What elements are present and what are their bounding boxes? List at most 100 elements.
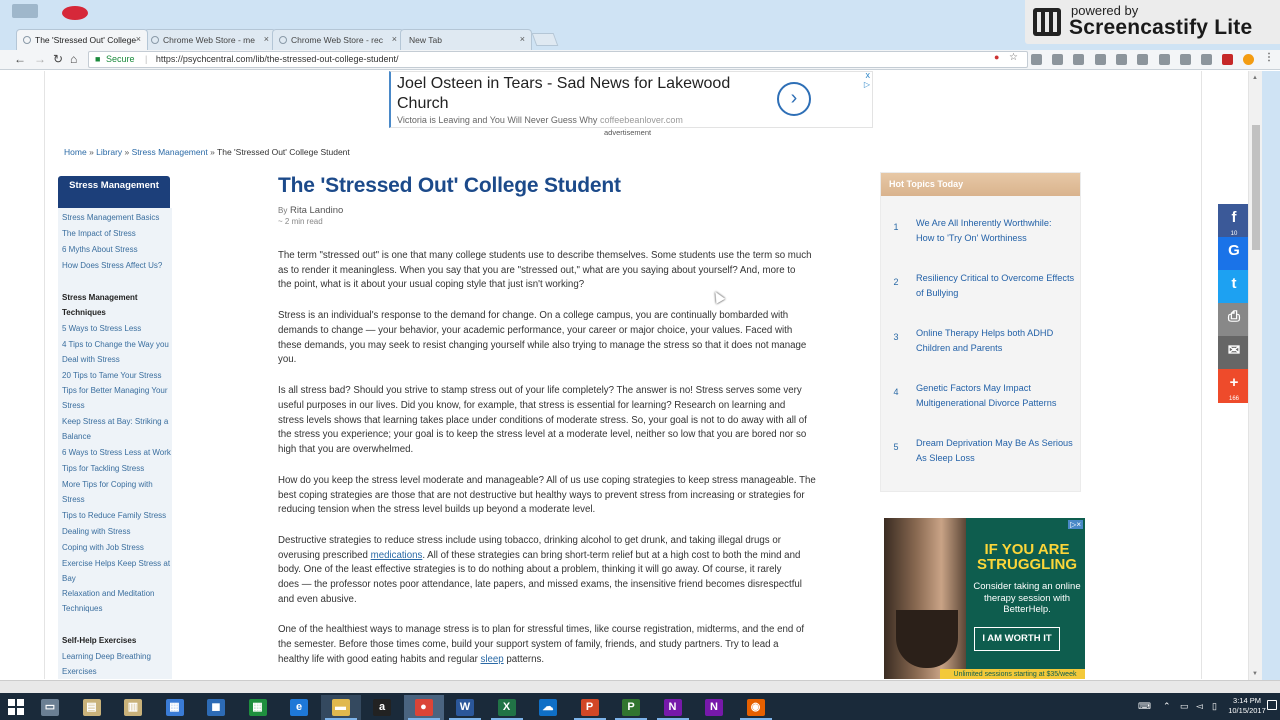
tab-webstore-1[interactable]: Chrome Web Store - me × xyxy=(144,29,276,50)
taskbar-firefox[interactable]: ◉ xyxy=(736,695,776,720)
volume-icon[interactable]: ◅ xyxy=(1196,701,1203,712)
taskbar-calculator[interactable]: ▦ xyxy=(238,695,278,720)
ad-headline[interactable]: Joel Osteen in Tears - Sad News for Lake… xyxy=(397,74,767,114)
taskbar-remote-desktop[interactable]: ◼ xyxy=(196,695,236,720)
sidebar-link[interactable]: Dealing with Stress xyxy=(62,527,130,537)
home-icon[interactable]: ⌂ xyxy=(70,52,77,66)
twitter-share-button[interactable]: t xyxy=(1218,270,1250,304)
hot-topic-link[interactable]: How to 'Try On' Worthiness xyxy=(916,231,1027,246)
taskbar-internet-explorer[interactable]: e xyxy=(279,695,319,720)
chevron-right-icon[interactable]: › xyxy=(777,82,811,116)
adchoices-icon[interactable]: ▷ xyxy=(864,80,870,89)
windows-start-icon[interactable] xyxy=(8,699,24,715)
sleep-link[interactable]: sleep xyxy=(481,654,504,665)
taskbar-folders[interactable]: ▬ xyxy=(320,695,361,720)
sidebar-link[interactable]: Coping with Job Stress xyxy=(62,543,144,553)
breadcrumb-home[interactable]: Home xyxy=(64,147,87,157)
recycle-bin-icon[interactable] xyxy=(12,4,38,18)
taskbar-onenote-2016[interactable]: N xyxy=(694,695,734,720)
taskbar-task-view[interactable]: ▭ xyxy=(30,695,70,720)
extension-icon[interactable] xyxy=(1073,54,1084,65)
scroll-up-icon[interactable]: ▲ xyxy=(1252,75,1258,81)
author-link[interactable]: Rita Landino xyxy=(290,205,343,216)
forward-icon[interactable]: → xyxy=(34,52,46,66)
extension-icon[interactable] xyxy=(1116,54,1127,65)
screencastify-extension-icon[interactable] xyxy=(1222,54,1233,65)
hot-topic-link[interactable]: Dream Deprivation May Be As Serious xyxy=(916,436,1073,451)
reload-icon[interactable]: ↻ xyxy=(53,52,63,66)
sidebar-link[interactable]: Exercises xyxy=(62,667,97,677)
language-icon[interactable]: ▯ xyxy=(1212,701,1217,712)
ad-close-icon[interactable]: x xyxy=(866,71,871,80)
sidebar-link[interactable]: 20 Tips to Tame Your Stress xyxy=(62,371,161,381)
taskbar-powerpoint[interactable]: P xyxy=(570,695,610,720)
sidebar-link[interactable]: 5 Ways to Stress Less xyxy=(62,324,141,334)
battery-icon[interactable]: ▭ xyxy=(1180,701,1189,712)
sidebar-link[interactable]: 4 Tips to Change the Way you xyxy=(62,340,169,350)
tab-webstore-2[interactable]: Chrome Web Store - rec × xyxy=(272,29,404,50)
sidebar-link[interactable]: Relaxation and Meditation xyxy=(62,589,155,599)
taskbar-amazon[interactable]: a xyxy=(362,695,402,720)
taskbar-excel[interactable]: X xyxy=(487,695,527,720)
side-advertisement[interactable]: IF YOU ARE STRUGGLING Consider taking an… xyxy=(884,518,1085,679)
extension-icon[interactable] xyxy=(1159,54,1170,65)
address-bar[interactable]: ■ Secure | https://psychcentral.com/lib/… xyxy=(88,51,1028,68)
sidebar-link[interactable]: Tips to Reduce Family Stress xyxy=(62,511,166,521)
scroll-down-icon[interactable]: ▼ xyxy=(1252,671,1258,677)
sidebar-link[interactable]: Tips for Tackling Stress xyxy=(62,464,144,474)
keyboard-icon[interactable]: ⌨ xyxy=(1138,701,1151,712)
sidebar-link[interactable]: Stress xyxy=(62,401,85,411)
taskbar-onedrive[interactable]: ☁ xyxy=(528,695,568,720)
sidebar-link[interactable]: 6 Myths About Stress xyxy=(62,245,138,255)
extension-icon[interactable] xyxy=(1201,54,1212,65)
top-advertisement[interactable]: Joel Osteen in Tears - Sad News for Lake… xyxy=(389,71,873,128)
url-text[interactable]: https://psychcentral.com/lib/the-stresse… xyxy=(156,54,399,64)
close-icon[interactable]: × xyxy=(264,34,269,44)
close-icon[interactable]: × xyxy=(136,34,141,44)
sidebar-link[interactable]: 6 Ways to Stress Less at Work xyxy=(62,448,171,458)
sidebar-link[interactable]: Deal with Stress xyxy=(62,355,120,365)
more-share-button[interactable]: +166 xyxy=(1218,369,1250,403)
extension-icon[interactable] xyxy=(1052,54,1063,65)
sidebar-link[interactable]: Tips for Better Managing Your xyxy=(62,386,168,396)
sidebar-link[interactable]: Balance xyxy=(62,432,91,442)
blocked-icon[interactable]: ● xyxy=(994,52,999,62)
taskbar-project[interactable]: P xyxy=(611,695,651,720)
sidebar-link[interactable]: The Impact of Stress xyxy=(62,229,136,239)
ad-cta-button[interactable]: I AM WORTH IT xyxy=(974,627,1060,651)
taskbar-control-panel[interactable]: ▦ xyxy=(155,695,195,720)
hot-topic-link[interactable]: We Are All Inherently Worthwhile: xyxy=(916,216,1052,231)
tab-stressed-out[interactable]: The 'Stressed Out' College × xyxy=(16,29,148,50)
hot-topic-link[interactable]: As Sleep Loss xyxy=(916,451,975,466)
medications-link[interactable]: medications xyxy=(371,550,423,561)
extension-icon[interactable] xyxy=(1137,54,1148,65)
sidebar-link[interactable]: Bay xyxy=(62,574,76,584)
google-share-button[interactable]: G xyxy=(1218,237,1250,271)
hot-topic-link[interactable]: Resiliency Critical to Overcome Effects xyxy=(916,271,1074,286)
breadcrumb-library[interactable]: Library xyxy=(96,147,122,157)
tray-overflow-icon[interactable]: ⌃ xyxy=(1163,701,1171,712)
extension-icon[interactable] xyxy=(1095,54,1106,65)
sidebar-link[interactable]: Techniques xyxy=(62,604,102,614)
print-share-button[interactable]: ⎙ xyxy=(1218,303,1250,337)
hot-topic-link[interactable]: Multigenerational Divorce Patterns xyxy=(916,396,1056,411)
action-center-icon[interactable] xyxy=(1267,700,1277,710)
taskbar-word[interactable]: W xyxy=(445,695,485,720)
facebook-share-button[interactable]: f 10 xyxy=(1218,204,1250,238)
scroll-thumb[interactable] xyxy=(1252,125,1260,250)
page-scrollbar[interactable]: ▲ ▼ xyxy=(1248,71,1262,680)
close-icon[interactable]: × xyxy=(392,34,397,44)
close-icon[interactable]: × xyxy=(520,34,525,44)
bookmark-star-icon[interactable]: ☆ xyxy=(1009,52,1018,63)
sidebar-link[interactable]: Learning Deep Breathing xyxy=(62,652,151,662)
browser-menu-icon[interactable]: ⋮ xyxy=(1264,52,1274,63)
extension-icon[interactable] xyxy=(1180,54,1191,65)
tab-new-tab[interactable]: New Tab × xyxy=(400,29,532,50)
taskbar-file-explorer[interactable]: ▤ xyxy=(72,695,112,720)
taskbar-chrome[interactable]: ● xyxy=(403,695,444,720)
hot-topic-link[interactable]: of Bullying xyxy=(916,286,958,301)
hot-topic-link[interactable]: Genetic Factors May Impact xyxy=(916,381,1031,396)
sidebar-link[interactable]: Exercise Helps Keep Stress at xyxy=(62,559,170,569)
back-icon[interactable]: ← xyxy=(14,52,26,66)
taskbar-documents[interactable]: ▥ xyxy=(113,695,153,720)
